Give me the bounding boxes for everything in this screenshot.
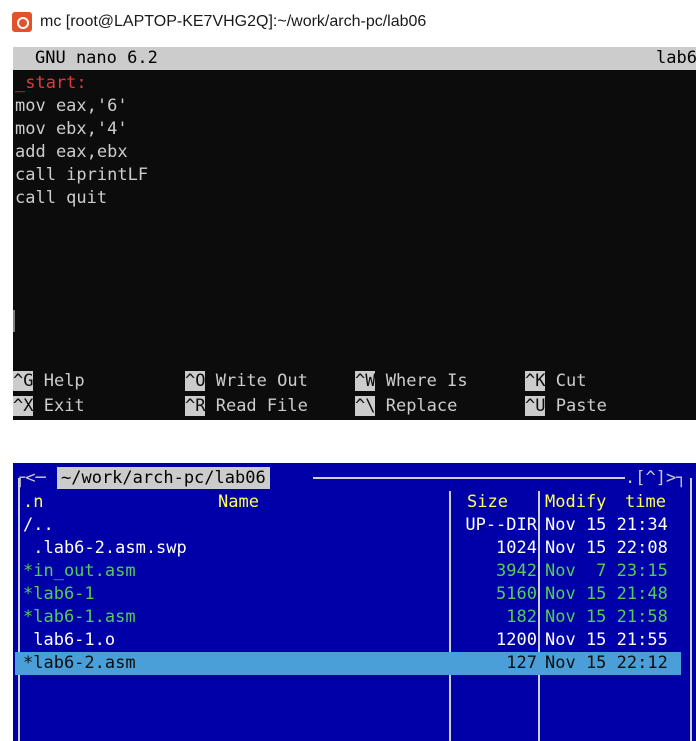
file-size: 127	[506, 653, 537, 673]
nano-title-bar: GNU nano 6.2 lab6	[13, 47, 696, 70]
shortcut-label: Replace	[375, 396, 458, 416]
file-name: *in_out.asm	[23, 561, 136, 581]
nano-filename: lab6	[656, 48, 696, 68]
code-line[interactable]: mov ebx,'4'	[15, 118, 128, 141]
file-date: Nov 15 22:08	[545, 538, 668, 558]
file-date: Nov 15 21:55	[545, 630, 668, 650]
shortcut-replace[interactable]: ^\ Replace	[355, 395, 457, 418]
panel-corner-right[interactable]: .[^]>┐	[625, 467, 686, 490]
shortcut-label: Paste	[545, 396, 607, 416]
file-name: lab6-1.o	[23, 630, 116, 650]
header-name[interactable]: Name	[218, 491, 259, 514]
panel-path[interactable]: ~/work/arch-pc/lab06	[57, 467, 270, 489]
shortcut-where-is[interactable]: ^W Where Is	[355, 370, 468, 393]
file-name: /..	[23, 515, 54, 535]
column-divider-date	[538, 491, 540, 741]
shortcut-label: Help	[33, 371, 85, 391]
shortcut-help[interactable]: ^G Help	[13, 370, 85, 393]
shortcut-key: ^\	[355, 396, 376, 416]
file-date: Nov 15 21:58	[545, 607, 668, 627]
file-size: 3942	[496, 561, 537, 581]
file-date: Nov 15 22:12	[545, 653, 668, 673]
shortcut-label: Read File	[205, 396, 308, 416]
file-date: Nov 7 23:15	[545, 561, 668, 581]
header-sort-indicator[interactable]: .n	[23, 491, 43, 514]
file-name: *lab6-1.asm	[23, 607, 136, 627]
scroll-marker	[13, 310, 15, 332]
shortcut-key: ^K	[525, 371, 546, 391]
file-name: *lab6-1	[23, 584, 95, 604]
code-line[interactable]: _start:	[15, 72, 87, 95]
header-modify[interactable]: Modify	[545, 491, 606, 514]
shortcut-paste[interactable]: ^U Paste	[525, 395, 607, 418]
file-date: Nov 15 21:48	[545, 584, 668, 604]
header-time[interactable]: time	[625, 491, 666, 514]
nano-window: mc [root@LAPTOP-KE7VHG2Q]:~/work/arch-pc…	[0, 0, 696, 420]
shortcut-label: Write Out	[205, 371, 308, 391]
shortcut-label: Cut	[545, 371, 587, 391]
shortcut-key: ^R	[185, 396, 206, 416]
code-line[interactable]: mov eax,'6'	[15, 95, 128, 118]
code-line[interactable]: add eax,ebx	[15, 141, 128, 164]
file-size: 182	[506, 607, 537, 627]
shortcut-key: ^W	[355, 371, 376, 391]
panel-corner-left[interactable]: ┌<─	[15, 467, 46, 490]
file-name: *lab6-2.asm	[23, 653, 136, 673]
panel-frame-top	[313, 477, 625, 479]
header-size[interactable]: Size	[467, 491, 508, 514]
window-titlebar[interactable]: mc [root@LAPTOP-KE7VHG2Q]:~/work/arch-pc…	[0, 0, 696, 44]
nano-editor-area[interactable]: _start: mov eax,'6' mov ebx,'4' add eax,…	[13, 70, 696, 420]
code-line[interactable]: call iprintLF	[15, 164, 148, 187]
shortcut-read-file[interactable]: ^R Read File	[185, 395, 308, 418]
panel-frame-left	[18, 478, 20, 741]
shortcut-key: ^G	[13, 371, 34, 391]
shortcut-cut[interactable]: ^K Cut	[525, 370, 586, 393]
nano-version: GNU nano 6.2	[35, 48, 158, 68]
shortcut-label: Exit	[33, 396, 85, 416]
shortcut-write-out[interactable]: ^O Write Out	[185, 370, 308, 393]
shortcut-key: ^X	[13, 396, 34, 416]
shortcut-label: Where Is	[375, 371, 468, 391]
shortcut-key: ^O	[185, 371, 206, 391]
panel-frame-right	[690, 478, 692, 741]
file-size: UP--DIR	[465, 515, 537, 535]
file-size: 1200	[496, 630, 537, 650]
file-name: .lab6-2.asm.swp	[23, 538, 187, 558]
mc-panel[interactable]: ┌<─ ~/work/arch-pc/lab06 .[^]>┐ .n Name …	[13, 463, 696, 741]
file-date: Nov 15 21:34	[545, 515, 668, 535]
code-line[interactable]: call quit	[15, 187, 107, 210]
shortcut-exit[interactable]: ^X Exit	[13, 395, 85, 418]
file-size: 1024	[496, 538, 537, 558]
window-title: mc [root@LAPTOP-KE7VHG2Q]:~/work/arch-pc…	[40, 13, 427, 30]
file-size: 5160	[496, 584, 537, 604]
shortcut-key: ^U	[525, 396, 546, 416]
ubuntu-terminal-icon	[12, 12, 32, 32]
